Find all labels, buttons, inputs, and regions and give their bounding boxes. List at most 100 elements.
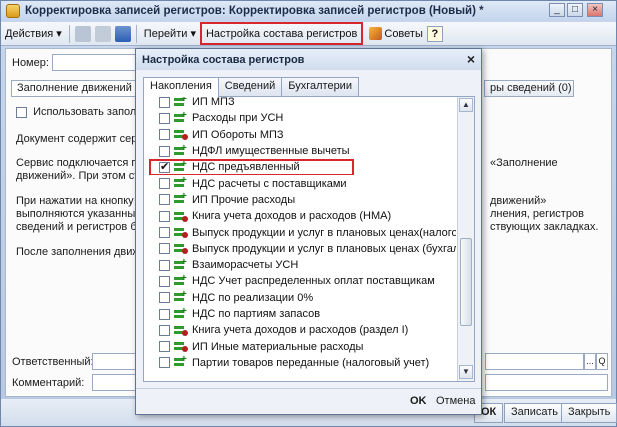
- use-fill-option[interactable]: Использовать заполн: [16, 106, 142, 118]
- use-fill-label: Использовать заполн: [33, 106, 143, 118]
- register-row[interactable]: + НДФЛ имущественные вычеты: [144, 143, 456, 159]
- save-button[interactable]: Записать: [504, 403, 566, 423]
- tab-fill-movements[interactable]: Заполнение движений: [11, 80, 137, 97]
- turnover-register-icon: [173, 242, 189, 255]
- accumulation-register-icon: +: [173, 355, 189, 369]
- register-checkbox[interactable]: [159, 178, 170, 190]
- register-row[interactable]: +НДС предъявленный: [144, 159, 456, 176]
- dialog-cancel-button[interactable]: Отмена: [432, 393, 479, 412]
- press-text-2: выполняются указанные: [16, 208, 142, 220]
- register-checkbox[interactable]: [159, 97, 170, 108]
- register-list: + ИП МПЗ + Расходы при УСН ИП Обороты МПЗ + НД…: [144, 97, 456, 371]
- press-text-1: При нажатии на кнопку: [16, 195, 134, 207]
- register-row[interactable]: Выпуск продукции и услуг в плановых цена…: [144, 224, 456, 240]
- window-title: Корректировка записей регистров: Коррект…: [25, 5, 484, 17]
- app-icon: [6, 4, 20, 18]
- register-row[interactable]: + Взаиморасчеты УСН: [144, 257, 456, 273]
- toolbar: Действия ▾ Перейти ▾ Настройка состава р…: [1, 22, 616, 46]
- close-icon[interactable]: ×: [467, 51, 475, 67]
- register-label: Расходы при УСН: [192, 112, 284, 125]
- tab-accumulation[interactable]: Накопления: [143, 77, 219, 97]
- title-bar: Корректировка записей регистров: Коррект…: [1, 1, 616, 21]
- responsible-field-end[interactable]: [485, 353, 584, 370]
- search-icon[interactable]: Q: [596, 353, 608, 370]
- register-row[interactable]: + Партии товаров переданные (налоговый уч…: [144, 355, 456, 371]
- close-window-button[interactable]: ×: [587, 3, 603, 17]
- register-checkbox[interactable]: [159, 259, 170, 271]
- accumulation-register-icon: +: [173, 110, 189, 125]
- scroll-thumb[interactable]: [460, 238, 472, 326]
- register-checkbox[interactable]: [159, 145, 170, 157]
- register-row[interactable]: Выпуск продукции и услуг в плановых цена…: [144, 241, 456, 257]
- register-label: Книга учета доходов и расходов (НМА): [192, 210, 392, 223]
- register-checkbox[interactable]: [159, 275, 170, 287]
- register-row[interactable]: Книга учета доходов и расходов (НМА): [144, 208, 456, 224]
- register-checkbox[interactable]: [159, 227, 170, 239]
- accumulation-register-icon: +: [173, 290, 189, 304]
- register-label: Взаиморасчеты УСН: [192, 259, 299, 272]
- register-checkbox[interactable]: [159, 341, 170, 353]
- register-checkbox[interactable]: [159, 194, 170, 206]
- register-row[interactable]: + НДС Учет распределенных оплат поставщик…: [144, 273, 456, 289]
- actions-label: Действия: [5, 27, 54, 40]
- scroll-down-icon[interactable]: ▼: [459, 365, 473, 379]
- register-label: НДС по партиям запасов: [192, 308, 321, 320]
- tab-information[interactable]: Сведений: [217, 77, 283, 96]
- register-row[interactable]: ИП Иные материальные расходы: [144, 338, 456, 354]
- goto-label: Перейти: [143, 27, 188, 40]
- register-row[interactable]: + ИП МПЗ: [144, 96, 456, 110]
- register-checkbox[interactable]: [159, 112, 170, 124]
- register-label: Выпуск продукции и услуг в плановых цена…: [192, 242, 456, 255]
- register-checkbox[interactable]: [159, 357, 170, 369]
- actions-menu[interactable]: Действия ▾: [1, 24, 66, 44]
- add-row-icon[interactable]: [74, 25, 91, 42]
- tips-button[interactable]: Советы: [363, 24, 426, 44]
- press-text-1-right: движений»: [490, 195, 547, 207]
- use-fill-checkbox[interactable]: [16, 106, 27, 118]
- register-row[interactable]: + НДС по реализации 0%: [144, 290, 456, 306]
- register-checkbox[interactable]: [159, 324, 170, 336]
- scrollbar[interactable]: ▲ ▼: [457, 97, 474, 381]
- responsible-label: Ответственный:: [12, 356, 94, 368]
- number-label: Номер:: [12, 57, 49, 69]
- help-button[interactable]: ?: [426, 25, 443, 42]
- maximize-button[interactable]: □: [567, 3, 583, 17]
- tab-accounting[interactable]: Бухгалтерии: [281, 77, 359, 96]
- register-row[interactable]: ИП Обороты МПЗ: [144, 127, 456, 143]
- number-field[interactable]: [52, 54, 138, 71]
- register-checkbox[interactable]: [159, 292, 170, 304]
- goto-menu[interactable]: Перейти ▾: [140, 24, 200, 44]
- responsible-field[interactable]: [92, 353, 140, 370]
- register-checkbox[interactable]: [159, 210, 170, 222]
- register-row[interactable]: + НДС по партиям запасов: [144, 306, 456, 322]
- register-label: ИП МПЗ: [192, 96, 235, 109]
- register-checkbox[interactable]: [159, 243, 170, 255]
- turnover-register-icon: [173, 128, 189, 141]
- comment-field-end[interactable]: [485, 374, 608, 391]
- turnover-register-icon: [173, 226, 189, 239]
- register-setup-button[interactable]: Настройка состава регистров: [199, 22, 364, 45]
- minimize-button[interactable]: _: [549, 3, 565, 17]
- separator: [68, 24, 70, 43]
- register-label: Партии товаров переданные (налоговый уче…: [192, 356, 430, 369]
- register-row[interactable]: + Расходы при УСН: [144, 110, 456, 126]
- tab-info-registers[interactable]: ры сведений (0): [484, 80, 574, 97]
- accumulation-register-icon: +: [173, 176, 189, 190]
- register-row[interactable]: + ИП Прочие расходы: [144, 192, 456, 208]
- close-button[interactable]: Закрыть: [561, 403, 617, 423]
- accumulation-register-icon: +: [173, 143, 189, 158]
- refresh-icon[interactable]: [114, 25, 131, 42]
- responsible-select-button[interactable]: ...: [584, 353, 596, 370]
- scroll-up-icon[interactable]: ▲: [459, 98, 473, 112]
- register-row[interactable]: + НДС расчеты с поставщиками: [144, 175, 456, 191]
- copy-icon[interactable]: [94, 25, 111, 42]
- register-label: ИП Прочие расходы: [192, 193, 296, 206]
- dialog-ok-button[interactable]: OK: [406, 393, 431, 412]
- register-checkbox[interactable]: [159, 129, 170, 141]
- register-row[interactable]: Книга учета доходов и расходов (раздел I…: [144, 322, 456, 338]
- comment-field[interactable]: [92, 374, 140, 391]
- register-checkbox[interactable]: [159, 308, 170, 320]
- tips-label: Советы: [384, 27, 423, 40]
- dialog-tabs: Накопления Сведений Бухгалтерии: [143, 77, 359, 97]
- service-text-2: движений». При этом ст: [16, 170, 140, 182]
